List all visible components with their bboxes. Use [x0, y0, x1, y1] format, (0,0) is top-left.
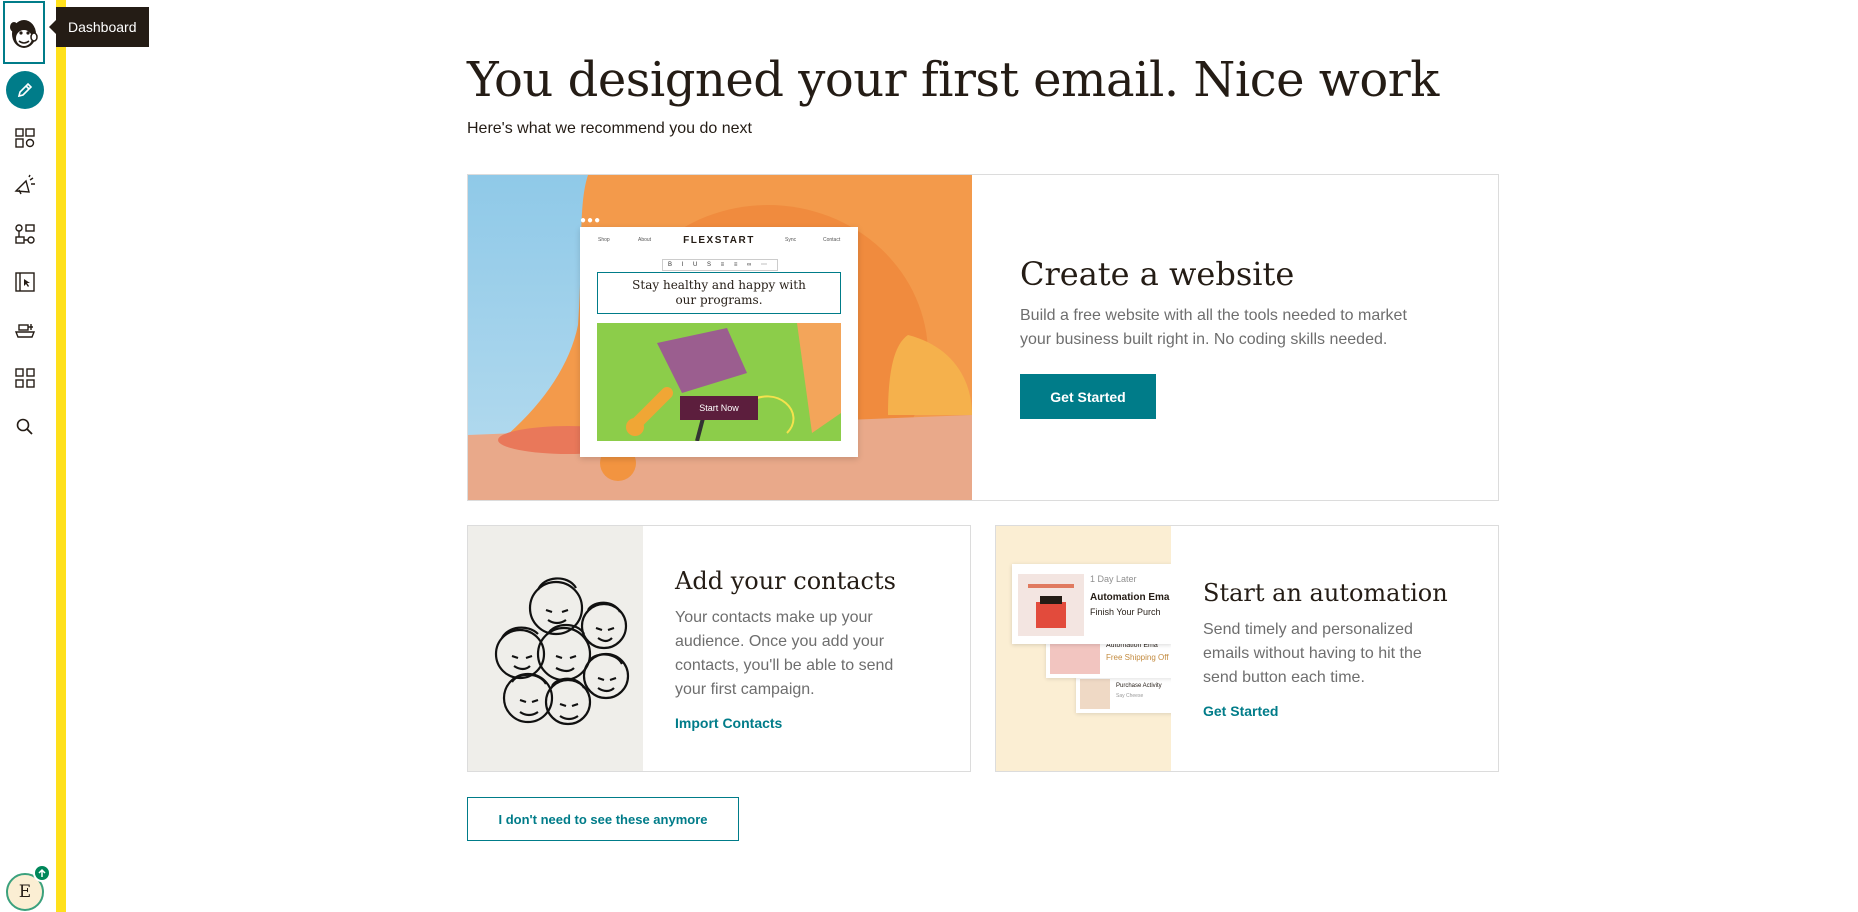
faces-doodle-icon [494, 577, 630, 726]
website-illustration: Shop About FLEXSTART Sync Contact B I U … [468, 175, 972, 500]
mock-start-now-button: Start Now [680, 396, 758, 420]
nav-search[interactable] [6, 408, 44, 446]
nav-audience[interactable] [6, 119, 44, 157]
start-automation-card: Purchase Activity Say Cheese Automation … [995, 525, 1499, 772]
mock-delay-label: 1 Day Later [1090, 574, 1137, 584]
audience-icon [15, 128, 35, 148]
dismiss-recommendations-button[interactable]: I don't need to see these anymore [467, 797, 739, 841]
mock-email3-sub: Say Cheese [1116, 693, 1144, 699]
mock-nav-item: Sync [785, 237, 797, 243]
nav-create[interactable] [6, 71, 44, 109]
nav-integrations[interactable] [6, 311, 44, 349]
dashboard-tooltip: Dashboard [49, 7, 149, 47]
contacts-illustration [468, 526, 643, 771]
mock-email-card-3: Purchase Activity Say Cheese [1076, 675, 1171, 713]
mock-headline: Stay healthy and happy with our programs… [632, 278, 806, 307]
integrations-icon [14, 324, 36, 338]
create-website-card: Shop About FLEXSTART Sync Contact B I U … [467, 174, 1499, 501]
add-contacts-description: Your contacts make up your audience. Onc… [675, 609, 894, 698]
create-website-title: Create a website [1020, 255, 1295, 293]
nav-automations[interactable] [6, 215, 44, 253]
avatar-initial: E [18, 882, 32, 902]
mock-email3-title: Purchase Activity [1116, 683, 1162, 689]
add-contacts-card: Add your contacts Your contacts make up … [467, 525, 971, 772]
sidebar-accent-bar [56, 0, 66, 912]
pencil-icon [17, 82, 33, 98]
automation-illustration: Purchase Activity Say Cheese Automation … [996, 526, 1171, 771]
mock-nav-item: Contact [823, 237, 841, 243]
website-get-started-button[interactable]: Get Started [1020, 374, 1156, 419]
grid-icon [15, 368, 35, 388]
nav-campaigns[interactable] [6, 167, 44, 205]
mock-headline-box: Stay healthy and happy with our programs… [597, 272, 841, 314]
mock-email2-sub: Free Shipping Off [1106, 653, 1169, 662]
mock-email-title: Automation Ema [1090, 592, 1170, 603]
create-website-description: Build a free website with all the tools … [1020, 307, 1407, 348]
mock-email-card-1: 1 Day Later Automation Ema Finish Your P… [1012, 564, 1171, 644]
megaphone-icon [14, 174, 35, 195]
mock-cta-label: Start Now [699, 403, 739, 413]
nav-website[interactable] [6, 263, 44, 301]
mock-brand: FLEXSTART [683, 235, 755, 246]
mock-format-toolbar: B I U S ≡ ≡ ∞ ⋯ [662, 259, 778, 271]
automations-icon [15, 224, 35, 244]
page-subtitle: Here's what we recommend you do next [467, 120, 752, 137]
mock-window-dots: ●●● [580, 215, 602, 226]
mock-nav: Shop About FLEXSTART Sync Contact [580, 235, 858, 249]
start-automation-title: Start an automation [1203, 579, 1448, 607]
website-mock-window: Shop About FLEXSTART Sync Contact B I U … [580, 227, 858, 457]
mock-hero-image: Start Now [597, 323, 841, 441]
page-title: You designed your first email. Nice work [467, 52, 1439, 108]
search-icon [16, 418, 33, 435]
upgrade-arrow-icon[interactable] [33, 864, 51, 882]
import-contacts-link[interactable]: Import Contacts [675, 715, 782, 731]
sidebar: E [0, 0, 56, 912]
website-icon [15, 272, 35, 292]
mock-email-sub: Finish Your Purch [1090, 607, 1161, 617]
start-automation-description: Send timely and personalized emails with… [1203, 621, 1422, 686]
add-contacts-title: Add your contacts [675, 567, 896, 595]
mailchimp-logo-icon[interactable] [3, 1, 45, 64]
mock-email-card-2: Automation Ema Free Shipping Off [1046, 638, 1171, 678]
nav-apps[interactable] [6, 359, 44, 397]
automation-get-started-link[interactable]: Get Started [1203, 703, 1278, 719]
